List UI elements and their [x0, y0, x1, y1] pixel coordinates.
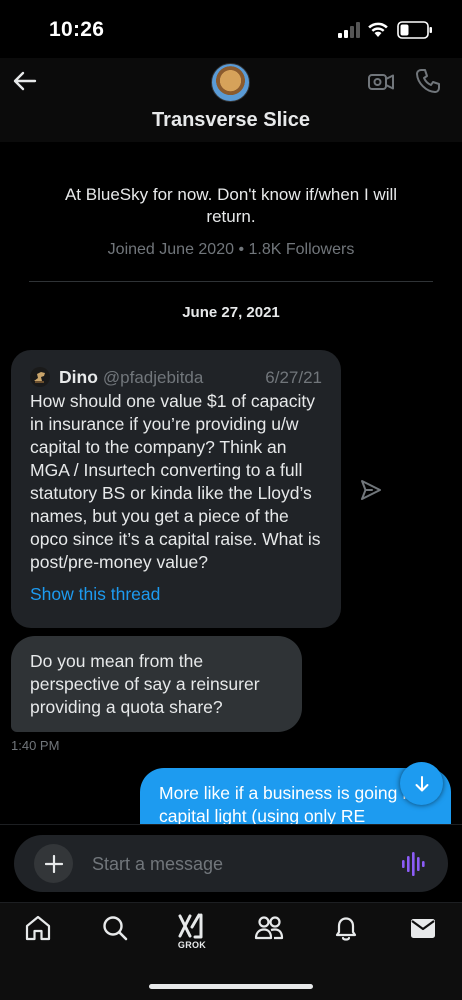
quoted-post-text: How should one value $1 of capacity in i…: [30, 391, 321, 572]
tab-communities[interactable]: [249, 913, 289, 959]
divider: [29, 281, 433, 282]
message-timestamp: 1:40 PM: [11, 738, 60, 753]
tab-grok-label: GROK: [177, 940, 207, 950]
page-title[interactable]: Transverse Slice: [0, 109, 462, 132]
add-media-button[interactable]: [34, 844, 73, 883]
phone-call-icon[interactable]: [414, 67, 442, 95]
arrow-left-icon: [13, 71, 37, 91]
date-separator: June 27, 2021: [182, 304, 280, 321]
wifi-icon: [368, 22, 388, 37]
incoming-message[interactable]: Do you mean from the perspective of say …: [11, 636, 302, 732]
dinosaur-icon: [34, 372, 45, 383]
composer-area: [0, 824, 462, 902]
tab-notifications[interactable]: [326, 913, 366, 959]
voice-message-icon[interactable]: [401, 851, 427, 877]
video-call-icon[interactable]: [367, 68, 395, 96]
profile-bio: At BlueSky for now. Don't know if/when I…: [64, 185, 398, 226]
quoted-author-name: Dino: [59, 366, 98, 387]
show-thread-link[interactable]: Show this thread: [30, 583, 160, 606]
notifications-icon: [335, 917, 357, 941]
conversation-thread[interactable]: At BlueSky for now. Don't know if/when I…: [0, 142, 462, 824]
messages-icon: [411, 919, 435, 938]
tab-bar: GROK: [0, 902, 462, 1000]
quoted-author-avatar: [30, 367, 50, 387]
grok-icon: [178, 913, 203, 939]
message-text: Do you mean from the perspective of say …: [30, 651, 260, 717]
quoted-post-date: 6/27/21: [265, 368, 322, 387]
profile-meta: Joined June 2020 • 1.8K Followers: [107, 241, 355, 258]
status-bar: 10:26: [0, 0, 462, 58]
tab-home[interactable]: [18, 913, 58, 959]
back-button[interactable]: [10, 66, 40, 96]
quoted-author-handle: @pfadjebitda: [102, 367, 204, 387]
plus-icon: [44, 854, 63, 873]
scroll-to-bottom-button[interactable]: [400, 762, 443, 805]
share-icon[interactable]: [359, 478, 383, 502]
quoted-post-card[interactable]: Dino @pfadjebitda 6/27/21 How should one…: [11, 350, 341, 628]
status-time: 10:26: [49, 18, 105, 41]
tab-search[interactable]: [95, 913, 135, 959]
battery-icon: [397, 21, 432, 39]
tab-grok[interactable]: GROK: [172, 913, 212, 959]
message-composer: [14, 835, 448, 892]
search-icon: [103, 916, 128, 941]
avatar[interactable]: [211, 63, 250, 102]
signal-icon: [338, 22, 360, 38]
quoted-post-header: Dino @pfadjebitda 6/27/21: [30, 366, 330, 388]
tab-messages[interactable]: [403, 913, 443, 959]
communities-icon: [254, 916, 284, 940]
conversation-header: Transverse Slice: [0, 58, 462, 142]
message-input[interactable]: [92, 849, 382, 879]
home-icon: [25, 915, 51, 941]
arrow-down-icon: [415, 775, 428, 791]
home-indicator[interactable]: [149, 984, 313, 989]
